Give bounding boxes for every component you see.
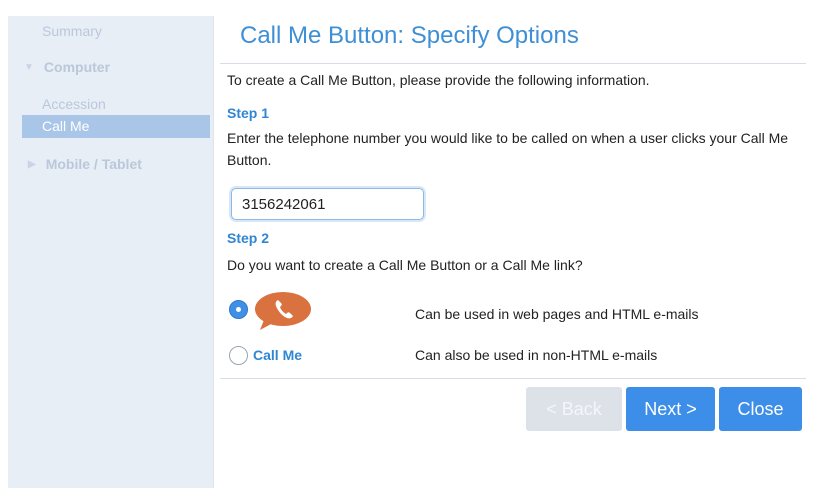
main-panel: Call Me Button: Specify Options To creat…: [214, 16, 816, 488]
step1-label: Step 1: [227, 105, 270, 121]
sidebar-group-mobile-tablet[interactable]: ▶ Mobile / Tablet: [28, 156, 142, 172]
link-option-description: Can also be used in non-HTML e-mails: [415, 347, 658, 363]
phone-number-input[interactable]: [231, 188, 424, 220]
sidebar-item-summary[interactable]: Summary: [42, 23, 102, 39]
step1-description: Enter the telephone number you would lik…: [227, 130, 789, 168]
sidebar-group-label: Computer: [43, 59, 111, 75]
sidebar-group-label: Mobile / Tablet: [45, 156, 142, 172]
page-title: Call Me Button: Specify Options: [240, 22, 579, 49]
button-option-radio[interactable]: [229, 300, 248, 319]
triangle-right-icon: ▶: [28, 158, 36, 170]
triangle-down-icon: ▼: [24, 61, 34, 73]
divider: [220, 378, 806, 379]
phone-bubble-icon[interactable]: [254, 291, 312, 331]
sidebar: Summary ▼ Computer Accession Call Me ▶ M…: [8, 16, 214, 488]
step2-description: Do you want to create a Call Me Button o…: [227, 257, 583, 273]
step2-label: Step 2: [227, 230, 270, 246]
sidebar-item-call-me[interactable]: Call Me: [22, 115, 210, 138]
next-button[interactable]: Next >: [626, 387, 715, 431]
dialog-window: Summary ▼ Computer Accession Call Me ▶ M…: [8, 16, 816, 488]
back-button[interactable]: < Back: [526, 387, 622, 431]
divider: [220, 63, 806, 64]
close-button[interactable]: Close: [719, 387, 802, 431]
intro-text: To create a Call Me Button, please provi…: [227, 72, 650, 88]
sidebar-item-accession[interactable]: Accession: [42, 96, 106, 112]
button-option-description: Can be used in web pages and HTML e-mail…: [415, 306, 699, 322]
sidebar-group-computer[interactable]: ▼ Computer: [24, 59, 110, 75]
link-option-radio[interactable]: [229, 346, 248, 365]
call-me-link-label[interactable]: Call Me: [253, 347, 302, 363]
